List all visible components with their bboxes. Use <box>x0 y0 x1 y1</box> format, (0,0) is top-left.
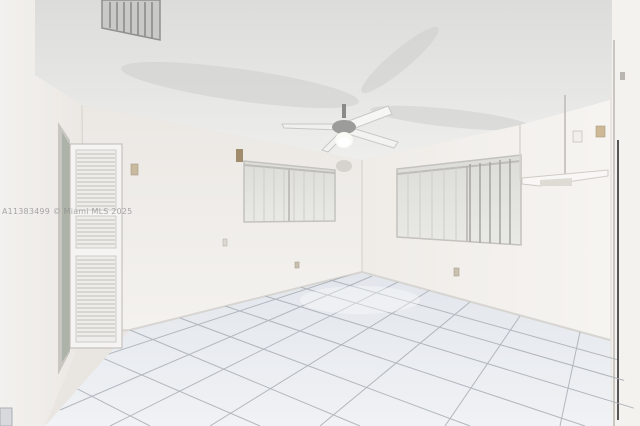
photo-watermark: A11383499 © Miami MLS 2025 <box>2 207 133 216</box>
door-hinge <box>620 72 625 80</box>
left-window-blinds <box>243 160 336 223</box>
right-window-blinds <box>396 154 522 246</box>
wall-switch-right-2 <box>595 125 606 138</box>
fan-shadow <box>336 160 352 172</box>
floor-vent-left <box>0 407 13 426</box>
wall-switch-right <box>572 130 583 143</box>
wall-switch-left <box>130 163 139 176</box>
louvered-closet-door <box>58 122 123 375</box>
floor-reflection <box>300 286 420 314</box>
wall-thermostat <box>236 149 243 162</box>
wall-outlet-back-low <box>294 261 300 269</box>
right-door-frame <box>612 0 640 426</box>
room-photo: A11383499 © Miami MLS 2025 <box>0 0 640 426</box>
wall-outlet-right <box>453 267 460 277</box>
wall-outlet-back <box>222 238 228 247</box>
